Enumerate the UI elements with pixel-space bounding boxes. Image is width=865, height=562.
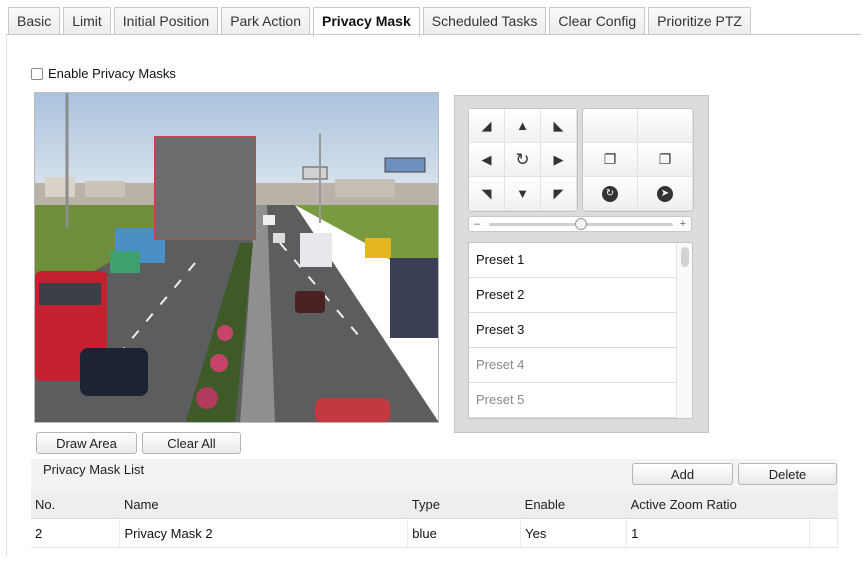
tab-park-action[interactable]: Park Action: [221, 7, 311, 35]
preset-item[interactable]: Preset 4: [469, 348, 676, 383]
tab-limit[interactable]: Limit: [63, 7, 111, 35]
preset-list: Preset 1 Preset 2 Preset 3 Preset 4 Pres…: [468, 242, 693, 419]
arrow-up-left-icon[interactable]: ◢: [469, 109, 505, 143]
tab-prioritize-ptz[interactable]: Prioritize PTZ: [648, 7, 751, 35]
tab-scheduled-tasks[interactable]: Scheduled Tasks: [422, 7, 547, 35]
arrow-up-right-icon[interactable]: ◣: [541, 109, 577, 143]
arrow-down-icon[interactable]: ▼: [505, 177, 541, 211]
column-header-spacer: [809, 491, 838, 519]
arrow-up-icon[interactable]: ▲: [505, 109, 541, 143]
column-header-name[interactable]: Name: [119, 491, 408, 519]
zoom-out-icon[interactable]: ❐: [638, 143, 693, 177]
arrow-down-right-icon[interactable]: ◤: [541, 177, 577, 211]
mask-list-title: Privacy Mask List: [43, 462, 145, 477]
table-row[interactable]: 2 Privacy Mask 2 blue Yes 1: [31, 518, 839, 548]
preset-item[interactable]: Preset 2: [469, 278, 676, 313]
delete-mask-button[interactable]: Delete: [738, 463, 837, 485]
focus-near-icon[interactable]: ↻: [583, 177, 638, 211]
privacy-mask-table: No. Name Type Enable Active Zoom Ratio 2…: [31, 491, 839, 548]
draw-area-button[interactable]: Draw Area: [36, 432, 137, 454]
zoom-in-icon[interactable]: ❐: [583, 143, 638, 177]
column-header-enable[interactable]: Enable: [520, 491, 627, 519]
tab-privacy-mask[interactable]: Privacy Mask: [313, 7, 420, 37]
arrow-down-left-icon[interactable]: ◥: [469, 177, 505, 211]
blank-button-left[interactable]: [583, 109, 638, 143]
arrow-left-icon[interactable]: ◀: [469, 143, 505, 177]
clear-all-button[interactable]: Clear All: [142, 432, 241, 454]
tab-initial-position[interactable]: Initial Position: [113, 7, 219, 35]
cell-name: Privacy Mask 2: [119, 518, 409, 548]
auto-rotate-icon[interactable]: ↻: [505, 143, 541, 177]
column-header-type[interactable]: Type: [407, 491, 521, 519]
cell-no: 2: [31, 518, 121, 548]
blank-button-right[interactable]: [638, 109, 693, 143]
minus-icon: –: [474, 218, 481, 230]
cell-spacer: [809, 518, 839, 548]
focus-far-icon[interactable]: ➤: [638, 177, 693, 211]
privacy-mask-area[interactable]: [154, 136, 256, 240]
preset-item[interactable]: Preset 5: [469, 383, 676, 418]
add-mask-button[interactable]: Add: [632, 463, 733, 485]
plus-icon: +: [679, 218, 686, 230]
cell-type: blue: [407, 518, 522, 548]
preset-scrollbar-thumb[interactable]: [681, 247, 689, 267]
ptz-speed-slider[interactable]: – +: [468, 216, 692, 232]
preset-item[interactable]: Preset 3: [469, 313, 676, 348]
enable-privacy-masks-checkbox[interactable]: [31, 67, 43, 80]
tab-basic[interactable]: Basic: [8, 7, 61, 35]
cell-active-zoom-ratio: 1: [626, 518, 810, 548]
table-header-row: No. Name Type Enable Active Zoom Ratio: [31, 491, 838, 519]
preset-item[interactable]: Preset 1: [469, 243, 676, 278]
ptz-function-pad: ❐ ❐ ↻ ➤: [582, 108, 694, 212]
enable-privacy-masks-label: Enable Privacy Masks: [48, 66, 176, 81]
live-video-preview[interactable]: [34, 92, 439, 423]
column-header-active-zoom-ratio[interactable]: Active Zoom Ratio: [626, 491, 810, 519]
cell-enable: Yes: [520, 518, 628, 548]
ptz-direction-pad: ◢ ▲ ◣ ◀ ↻ ▶ ◥ ▼ ◤: [468, 108, 578, 212]
column-header-no[interactable]: No.: [31, 491, 120, 519]
slider-thumb[interactable]: [575, 218, 587, 230]
tab-bar: Basic Limit Initial Position Park Action…: [8, 7, 754, 37]
preset-scrollbar[interactable]: [676, 243, 692, 418]
arrow-right-icon[interactable]: ▶: [541, 143, 577, 177]
tab-clear-config[interactable]: Clear Config: [549, 7, 646, 35]
ptz-control-panel: ◢ ▲ ◣ ◀ ↻ ▶ ◥ ▼ ◤ ❐ ❐ ↻ ➤ – + Preset 1 P…: [454, 95, 709, 433]
enable-privacy-masks-row[interactable]: Enable Privacy Masks: [31, 66, 176, 81]
